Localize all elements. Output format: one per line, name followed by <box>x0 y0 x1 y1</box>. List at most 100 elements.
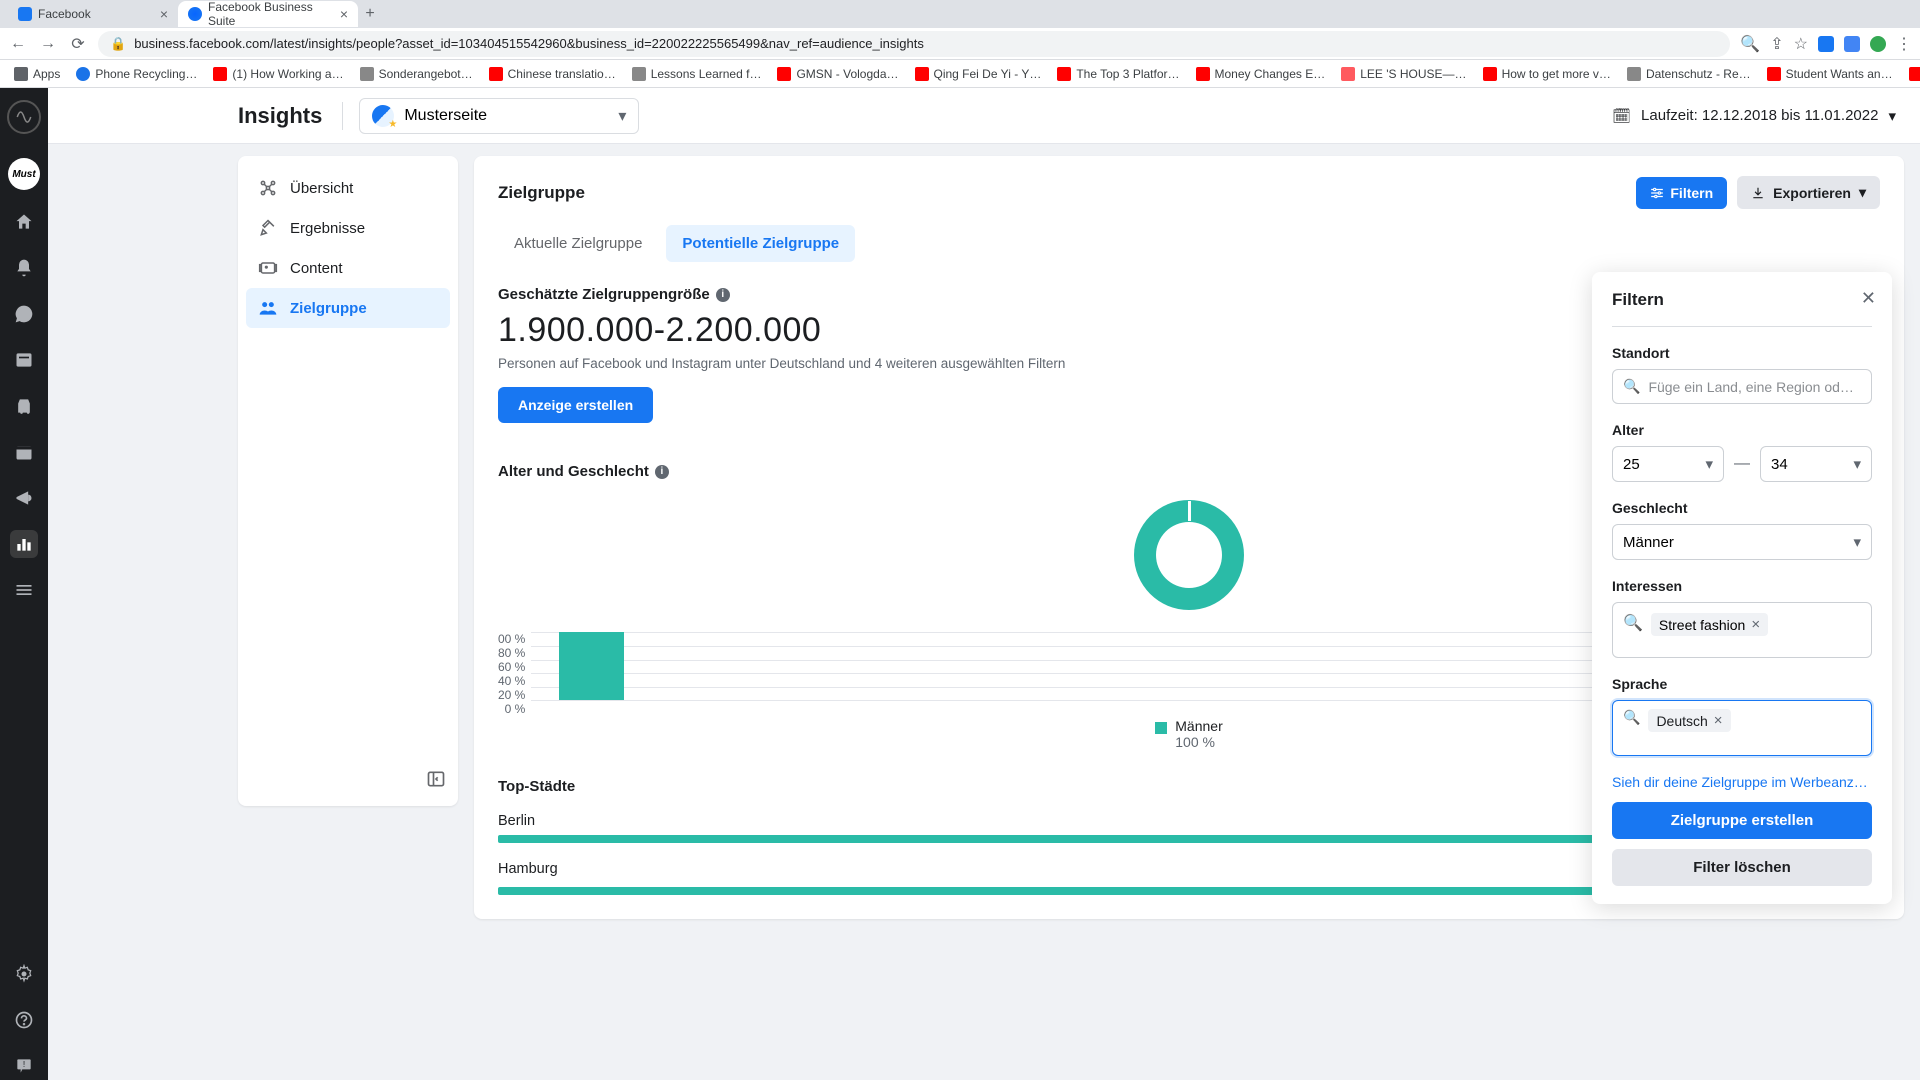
filter-button[interactable]: Filtern <box>1636 177 1727 209</box>
back-icon[interactable]: ← <box>8 35 28 53</box>
calendar-icon[interactable] <box>10 438 38 466</box>
zoom-icon[interactable]: 🔍 <box>1740 34 1760 54</box>
help-icon[interactable] <box>10 1006 38 1034</box>
donut-icon <box>1134 500 1244 610</box>
gender-select[interactable]: Männer ▾ <box>1612 524 1872 560</box>
language-label: Sprache <box>1612 676 1872 692</box>
commerce-icon[interactable] <box>10 392 38 420</box>
tab-current-audience[interactable]: Aktuelle Zielgruppe <box>498 225 658 262</box>
create-audience-button[interactable]: Zielgruppe erstellen <box>1612 802 1872 839</box>
date-range-picker[interactable]: 🗓 Laufzeit: 12.12.2018 bis 11.01.2022 ▾ <box>1612 107 1896 125</box>
chevron-down-icon: ▾ <box>618 106 626 126</box>
nav-overview[interactable]: Übersicht <box>246 168 450 208</box>
divider <box>342 102 343 130</box>
star-icon[interactable]: ☆ <box>1794 34 1808 54</box>
bookmark[interactable]: (1) How Working a… <box>207 65 349 83</box>
remove-chip-icon[interactable]: × <box>1714 712 1723 729</box>
new-tab-button[interactable]: + <box>358 5 382 23</box>
tab-label: Facebook Business Suite <box>208 0 334 28</box>
location-placeholder: Füge ein Land, eine Region oder eine… <box>1648 379 1861 395</box>
posts-icon[interactable] <box>10 346 38 374</box>
bookmark[interactable]: Student Wants an… <box>1761 65 1899 83</box>
location-label: Standort <box>1612 345 1872 361</box>
nav-label: Content <box>290 260 343 277</box>
reload-icon[interactable]: ⟳ <box>68 34 88 54</box>
info-icon[interactable]: i <box>716 288 730 302</box>
ads-icon[interactable] <box>10 484 38 512</box>
chevron-down-icon: ▾ <box>1853 455 1861 473</box>
bookmark[interactable]: Lessons Learned f… <box>626 65 768 83</box>
bookmark[interactable]: How to get more v… <box>1477 65 1617 83</box>
ext-icon[interactable] <box>1870 36 1886 52</box>
home-icon[interactable] <box>10 208 38 236</box>
search-icon: 🔍 <box>1623 613 1643 633</box>
nav-audience[interactable]: Zielgruppe <box>246 288 450 328</box>
filter-panel: Filtern ✕ Standort 🔍 Füge ein Land, eine… <box>1592 272 1892 904</box>
bar <box>559 632 624 700</box>
close-icon[interactable]: × <box>160 6 168 22</box>
language-input[interactable]: 🔍 Deutsch × <box>1612 700 1872 756</box>
info-icon[interactable]: i <box>655 465 669 479</box>
interest-chip[interactable]: Street fashion × <box>1651 613 1768 636</box>
export-button[interactable]: Exportieren ▾ <box>1737 176 1880 209</box>
url-field[interactable]: 🔒 business.facebook.com/latest/insights/… <box>98 31 1730 57</box>
bookmark[interactable]: Apps <box>8 65 66 83</box>
nav-content[interactable]: Content <box>246 248 450 288</box>
date-range-text: Laufzeit: 12.12.2018 bis 11.01.2022 <box>1641 107 1878 124</box>
audience-tabs: Aktuelle Zielgruppe Potentielle Zielgrup… <box>498 225 1880 262</box>
extension-icons: 🔍 ⇪ ☆ ⋮ <box>1740 34 1912 54</box>
ads-manager-link[interactable]: Sieh dir deine Zielgruppe im Werbeanzeig… <box>1612 774 1872 790</box>
legend-percent: 100 % <box>1175 734 1222 750</box>
browser-tab[interactable]: Facebook Business Suite × <box>178 1 358 27</box>
collapse-icon[interactable] <box>426 769 446 794</box>
bookmark[interactable]: (2) How To Add A… <box>1903 65 1920 83</box>
nav-label: Ergebnisse <box>290 220 365 237</box>
chat-icon[interactable] <box>10 300 38 328</box>
bookmark[interactable]: Phone Recycling… <box>70 65 203 83</box>
gender-label: Geschlecht <box>1612 500 1872 516</box>
dash-icon: — <box>1734 455 1750 473</box>
close-icon[interactable]: ✕ <box>1861 288 1876 309</box>
nav-label: Übersicht <box>290 180 353 197</box>
city-bar <box>498 887 1673 895</box>
remove-chip-icon[interactable]: × <box>1751 616 1760 633</box>
ext-icon[interactable] <box>1844 36 1860 52</box>
age-from-select[interactable]: 25 ▾ <box>1612 446 1724 482</box>
favicon-icon <box>18 7 32 21</box>
clear-filters-button[interactable]: Filter löschen <box>1612 849 1872 886</box>
bell-icon[interactable] <box>10 254 38 282</box>
legend-swatch-icon <box>1155 722 1167 734</box>
browser-tab[interactable]: Facebook × <box>8 1 178 27</box>
forward-icon[interactable]: → <box>38 35 58 53</box>
bookmark[interactable]: Qing Fei De Yi - Y… <box>909 65 1048 83</box>
bookmark[interactable]: Sonderangebot… <box>354 65 479 83</box>
tab-potential-audience[interactable]: Potentielle Zielgruppe <box>666 225 855 262</box>
export-label: Exportieren <box>1773 185 1851 201</box>
chevron-down-icon: ▾ <box>1888 107 1896 125</box>
bookmark[interactable]: Chinese translatio… <box>483 65 622 83</box>
share-icon[interactable]: ⇪ <box>1770 34 1783 54</box>
feedback-icon[interactable]: ! <box>10 1052 38 1080</box>
bookmark[interactable]: The Top 3 Platfor… <box>1051 65 1185 83</box>
interests-input[interactable]: 🔍 Street fashion × <box>1612 602 1872 658</box>
tab-label: Facebook <box>38 7 91 21</box>
bookmark[interactable]: Money Changes E… <box>1190 65 1332 83</box>
page-selector[interactable]: Musterseite ▾ <box>359 98 639 134</box>
bookmark[interactable]: LEE 'S HOUSE—… <box>1335 65 1472 83</box>
ext-icon[interactable] <box>1818 36 1834 52</box>
settings-icon[interactable] <box>10 960 38 988</box>
page-avatar-icon[interactable]: Must <box>8 158 40 190</box>
insights-icon[interactable] <box>10 530 38 558</box>
chevron-down-icon: ▾ <box>1853 533 1861 551</box>
meta-logo-icon[interactable] <box>7 100 41 134</box>
menu-icon[interactable]: ⋮ <box>1896 34 1912 54</box>
language-chip[interactable]: Deutsch × <box>1648 709 1730 732</box>
create-ad-button[interactable]: Anzeige erstellen <box>498 387 653 423</box>
nav-results[interactable]: Ergebnisse <box>246 208 450 248</box>
all-tools-icon[interactable] <box>10 576 38 604</box>
location-input[interactable]: 🔍 Füge ein Land, eine Region oder eine… <box>1612 369 1872 404</box>
bookmark[interactable]: GMSN - Vologda… <box>771 65 904 83</box>
age-to-select[interactable]: 34 ▾ <box>1760 446 1872 482</box>
bookmark[interactable]: Datenschutz - Re… <box>1621 65 1757 83</box>
close-icon[interactable]: × <box>340 6 348 22</box>
